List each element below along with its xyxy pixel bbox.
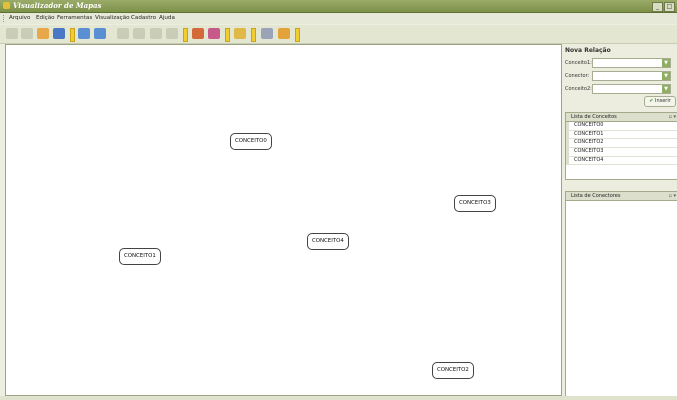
list-item[interactable]: CONCEITO0: [566, 122, 677, 131]
title-bar: Visualizador de Mapas _ □: [0, 0, 677, 13]
concept2-select[interactable]: ▼: [592, 84, 671, 94]
delete-icon[interactable]: [166, 28, 178, 39]
chevron-down-icon[interactable]: ▼: [662, 72, 670, 80]
checkmark-icon: ✔: [649, 98, 654, 104]
connector-select[interactable]: ▼: [592, 71, 671, 81]
menu-edicao[interactable]: Edição: [36, 15, 55, 21]
paste-icon[interactable]: [150, 28, 162, 39]
toolbar: [0, 25, 677, 44]
maximize-button[interactable]: □: [664, 2, 675, 12]
toolbar-separator: [251, 28, 256, 42]
minimize-button[interactable]: _: [652, 2, 663, 12]
menu-ferramentas[interactable]: Ferramentas: [57, 15, 92, 21]
sidebar: Nova Relação Conceito1: ▼ Conector: ▼ Co…: [562, 44, 677, 397]
export-icon[interactable]: [94, 28, 106, 39]
concept-node[interactable]: CONCEITO1: [119, 248, 161, 265]
list-item[interactable]: CONCEITO3: [566, 148, 677, 157]
screen-icon[interactable]: [234, 28, 246, 39]
list-item[interactable]: CONCEITO2: [566, 139, 677, 149]
list-item[interactable]: CONCEITO1: [566, 130, 677, 140]
connectors-list: Lista de Conectores ▫ ▾: [565, 191, 677, 397]
list-item[interactable]: CONCEITO4: [566, 156, 677, 166]
concept-node[interactable]: CONCEITO3: [454, 195, 496, 212]
status-bar: [0, 396, 677, 400]
chevron-down-icon[interactable]: ▼: [662, 59, 670, 67]
menu-bar: Arquivo Edição Ferramentas Visualização …: [0, 13, 677, 24]
save-icon[interactable]: [53, 28, 65, 39]
toolbar-separator: [183, 28, 188, 42]
window-title: Visualizador de Mapas: [13, 1, 102, 10]
menu-cadastro[interactable]: Cadastro: [131, 15, 156, 21]
insert-button[interactable]: ✔ Inserir: [644, 96, 676, 107]
concepts-list: Lista de Conceitos ▫ ▾ CONCEITO0 CONCEIT…: [565, 112, 677, 180]
menu-ajuda[interactable]: Ajuda: [159, 15, 175, 21]
settings-icon[interactable]: [278, 28, 290, 39]
menu-visualizacao[interactable]: Visualização: [95, 15, 130, 21]
new-icon[interactable]: [6, 28, 18, 39]
concepts-list-title: Lista de Conceitos: [571, 114, 617, 120]
concepts-list-header: Lista de Conceitos ▫ ▾: [566, 113, 677, 122]
import-icon[interactable]: [78, 28, 90, 39]
map-canvas[interactable]: CONCEITO0 CONCEITO1 CONCEITO2 CONCEITO3 …: [5, 44, 562, 396]
cut-icon[interactable]: [117, 28, 129, 39]
concept-node[interactable]: CONCEITO0: [230, 133, 272, 150]
copy-icon[interactable]: [133, 28, 145, 39]
pencil-icon[interactable]: [192, 28, 204, 39]
concept2-label: Conceito2:: [565, 86, 592, 92]
concept-node[interactable]: CONCEITO2: [432, 362, 474, 379]
insert-label: Inserir: [654, 98, 671, 104]
toolbar-separator: [295, 28, 300, 42]
chevron-down-icon[interactable]: ▼: [662, 85, 670, 93]
connectors-list-header: Lista de Conectores ▫ ▾: [566, 192, 677, 201]
connectors-list-title: Lista de Conectores: [571, 193, 621, 199]
sidebar-title: Nova Relação: [565, 47, 611, 54]
panel-controls-icon[interactable]: ▫ ▾: [669, 113, 677, 121]
concept1-select[interactable]: ▼: [592, 58, 671, 68]
toolbar-separator: [70, 28, 75, 42]
concept1-label: Conceito1:: [565, 60, 592, 66]
open-icon[interactable]: [21, 28, 33, 39]
folder-icon[interactable]: [37, 28, 49, 39]
menu-arquivo[interactable]: Arquivo: [9, 15, 30, 21]
app-icon: [3, 2, 10, 9]
toolbar-separator: [225, 28, 230, 42]
concept-node[interactable]: CONCEITO4: [307, 233, 349, 250]
menu-grip: [3, 15, 6, 22]
connector-label: Conector:: [565, 73, 590, 79]
panel-controls-icon[interactable]: ▫ ▾: [669, 192, 677, 200]
users-icon[interactable]: [261, 28, 273, 39]
brush-icon[interactable]: [208, 28, 220, 39]
